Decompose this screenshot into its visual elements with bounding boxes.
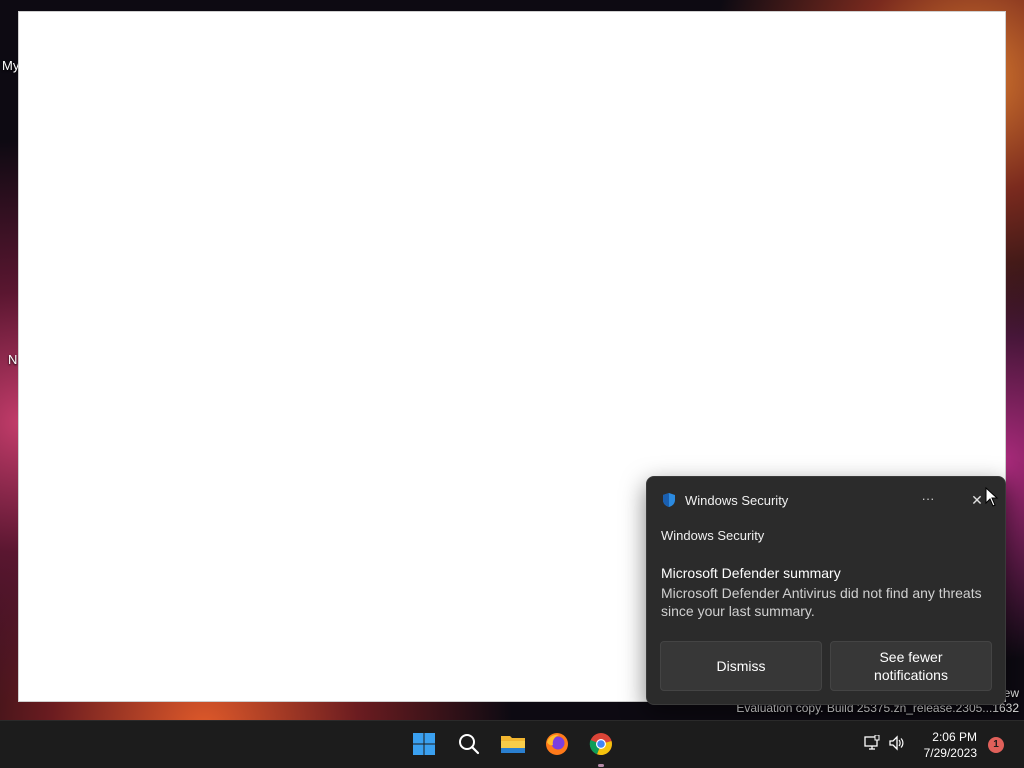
- notification-toast[interactable]: Windows Security ··· ✕ Windows Security …: [646, 476, 1006, 705]
- toast-body: Microsoft Defender Antivirus did not fin…: [661, 585, 982, 619]
- file-explorer-icon[interactable]: [500, 731, 526, 757]
- network-icon[interactable]: [864, 734, 880, 754]
- notification-count-badge[interactable]: 1: [988, 737, 1004, 753]
- search-icon[interactable]: [456, 731, 482, 757]
- firefox-icon[interactable]: [544, 731, 570, 757]
- start-icon[interactable]: [411, 731, 437, 757]
- chrome-icon[interactable]: [588, 731, 614, 757]
- toast-title: Microsoft Defender summary: [661, 565, 841, 581]
- windows-security-shield-icon: [661, 492, 677, 508]
- taskbar: 2:06 PM 7/29/2023 1: [0, 720, 1024, 768]
- desktop-icon-label-n[interactable]: N: [8, 352, 17, 367]
- volume-icon[interactable]: [888, 735, 904, 754]
- see-fewer-notifications-button[interactable]: See fewer notifications: [830, 641, 992, 691]
- more-options-icon[interactable]: ···: [915, 490, 941, 510]
- desktop-icon-label-my[interactable]: My: [2, 58, 19, 73]
- dismiss-button[interactable]: Dismiss: [660, 641, 822, 691]
- toast-attribution: Windows Security: [661, 528, 765, 543]
- chrome-running-indicator: [598, 764, 604, 767]
- clock[interactable]: 2:06 PM 7/29/2023: [924, 729, 977, 761]
- toast-header: Windows Security ··· ✕: [661, 490, 991, 510]
- toast-app-name: Windows Security: [685, 492, 789, 508]
- see-fewer-label: See fewer notifications: [874, 649, 948, 683]
- clock-date: 7/29/2023: [923, 746, 977, 760]
- close-icon[interactable]: ✕: [967, 490, 987, 510]
- clock-time: 2:06 PM: [932, 730, 977, 744]
